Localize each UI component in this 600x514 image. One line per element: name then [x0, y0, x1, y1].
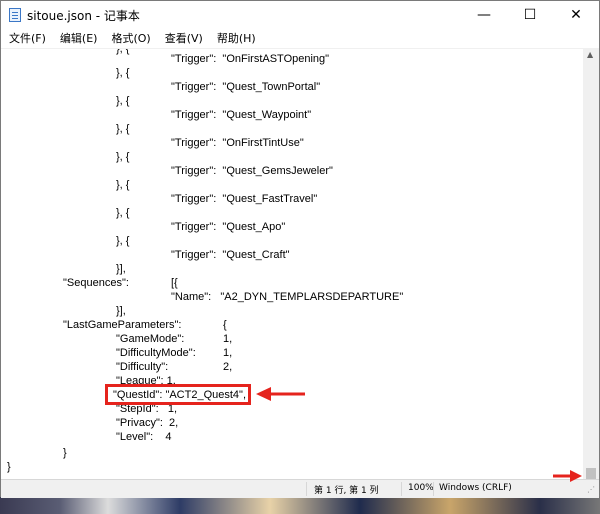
annotation-arrow-scrollbar — [553, 470, 582, 482]
annotation-overlay — [256, 387, 582, 482]
annotation-arrow-questid — [256, 387, 305, 401]
